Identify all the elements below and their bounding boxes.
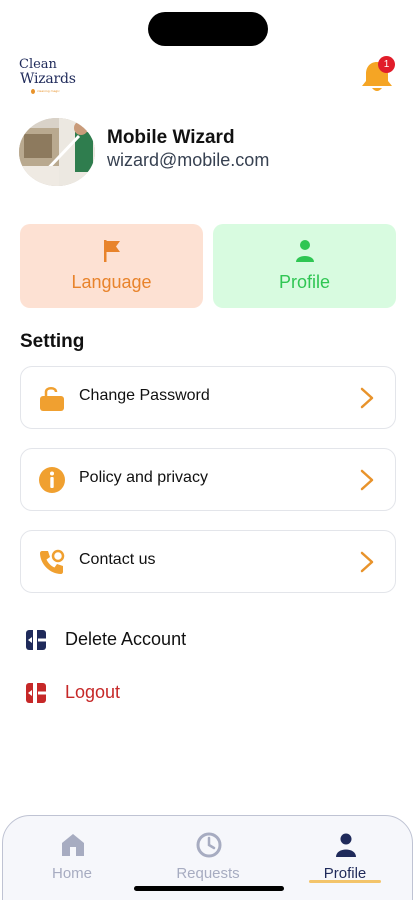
camera-notch	[148, 12, 268, 46]
user-name: Mobile Wizard	[107, 127, 235, 148]
logout-label: Logout	[65, 682, 121, 702]
tab-home[interactable]: Home	[27, 832, 117, 892]
avatar[interactable]	[19, 118, 95, 186]
info-icon	[39, 467, 65, 493]
delete-account-label: Delete Account	[65, 629, 187, 649]
contact-us-label: Contact us	[79, 551, 156, 568]
phone-icon	[40, 549, 65, 574]
user-email: wizard@mobile.com	[107, 150, 270, 170]
tab-profile[interactable]: Profile	[300, 832, 390, 892]
home-icon	[62, 834, 84, 856]
user-icon	[296, 240, 314, 262]
profile-label: Profile	[278, 272, 331, 292]
language-card[interactable]: Language	[20, 224, 203, 308]
policy-privacy-label: Policy and privacy	[79, 469, 208, 486]
profile-card[interactable]: Profile	[213, 224, 396, 308]
language-label: Language	[71, 272, 152, 292]
delete-account-button[interactable]: Delete Account	[24, 626, 264, 654]
user-icon	[336, 833, 356, 857]
tab-requests-label: Requests	[176, 865, 240, 882]
app-logo: Clean Wizards cleaning magic	[19, 58, 81, 94]
logo-line-1: Clean	[19, 57, 57, 72]
clock-icon	[196, 832, 222, 858]
chevron-right-icon	[360, 387, 374, 409]
flag-icon	[104, 240, 120, 262]
home-indicator	[134, 886, 284, 891]
active-tab-indicator	[309, 880, 381, 883]
settings-title: Setting	[20, 331, 85, 352]
change-password-row[interactable]: Change Password	[20, 366, 396, 429]
policy-privacy-row[interactable]: Policy and privacy	[20, 448, 396, 511]
logout-button[interactable]: Logout	[24, 679, 264, 707]
tab-home-label: Home	[51, 865, 92, 882]
chevron-right-icon	[360, 469, 374, 491]
notification-badge: 1	[378, 56, 395, 73]
logout-icon	[26, 683, 46, 703]
chevron-right-icon	[360, 551, 374, 573]
change-password-label: Change Password	[79, 387, 210, 404]
logo-drop-icon	[31, 89, 35, 94]
contact-us-row[interactable]: Contact us	[20, 530, 396, 593]
exit-icon	[26, 630, 46, 650]
logo-tagline: cleaning magic	[37, 89, 60, 93]
logo-line-2: Wizards	[20, 71, 76, 87]
tab-requests[interactable]: Requests	[163, 832, 253, 892]
unlock-icon	[40, 387, 64, 411]
